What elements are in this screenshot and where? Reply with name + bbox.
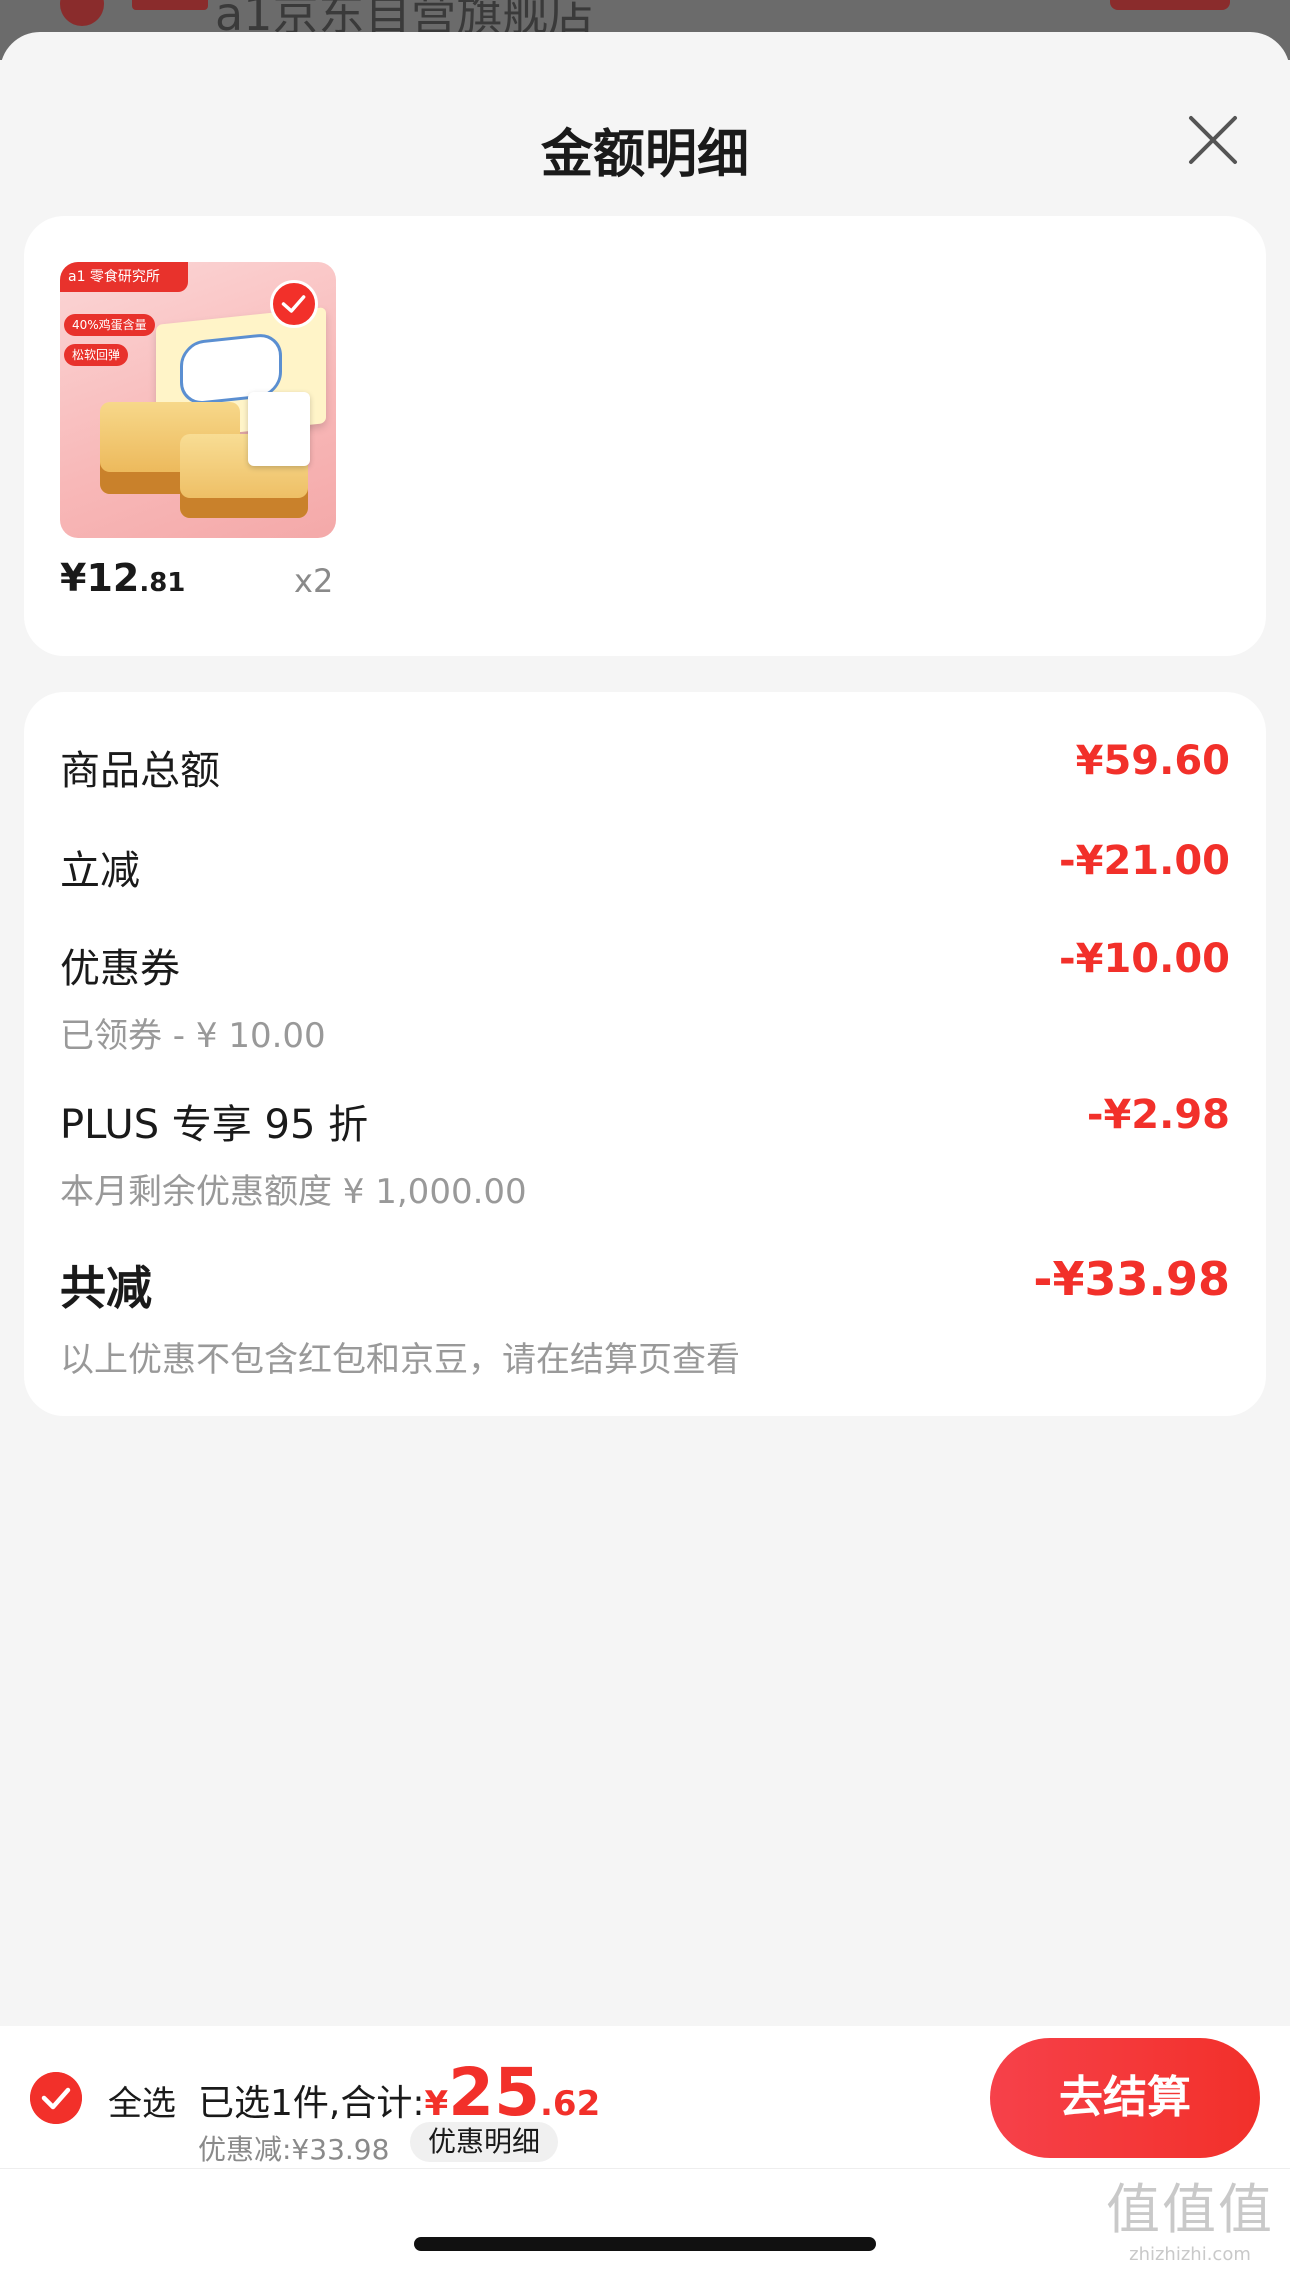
instant-discount-amount: -¥21.00 [1059,838,1230,884]
total-reduction-amount: -¥33.98 [1033,1252,1230,1306]
price-integer: 12 [86,556,140,600]
background-check-icon [60,0,104,26]
total-integer: 25 [448,2054,541,2131]
plus-discount-label: PLUS 专享 95 折 [60,1102,369,1148]
brand-tag: a1 零食研究所 [60,262,188,292]
feature-badge: 松软回弹 [64,344,129,366]
selected-check-icon[interactable] [270,280,318,328]
product-card: a1 零食研究所 40%鸡蛋含量 松软回弹 ¥12.81 x2 [24,216,1266,656]
coupon-amount: -¥10.00 [1059,936,1230,982]
goods-total-row: 商品总额 ¥59.60 [60,738,1230,796]
plus-discount-sub: 本月剩余优惠额度 ¥ 1,000.00 [60,1172,527,1212]
sheet-title: 金额明细 [540,125,749,185]
coupon-label: 优惠券 [60,946,180,992]
watermark: 值值值 zhizhizhi.com [1106,2165,1274,2265]
select-all-label[interactable]: 全选 [108,2076,176,2125]
amount-breakdown-card: 商品总额 ¥59.60 立减 -¥21.00 优惠券 已领券 - ¥ 10.00… [24,692,1266,1416]
currency-symbol: ¥ [60,556,87,600]
price-decimal: .81 [139,568,186,598]
total-currency: ¥ [424,2084,449,2124]
selection-summary: 已选1件,合计:¥25.62 [198,2054,600,2131]
coupon-sub: 已领券 - ¥ 10.00 [60,1016,326,1056]
total-reduction-row: 共减 以上优惠不包含红包和京豆，请在结算页查看 -¥33.98 [60,1252,1230,1381]
background-logo [132,0,208,10]
background-price-badge [1110,0,1230,10]
coupon-row: 优惠券 已领券 - ¥ 10.00 -¥10.00 [60,936,1230,1057]
watermark-mark: 值值值 [1106,2178,1274,2241]
amount-detail-sheet: 金额明细 a1 零食研究所 40%鸡蛋含量 松软回弹 ¥12.81 x2 商品总… [0,32,1290,2272]
watermark-url: zhizhizhi.com [1129,2244,1251,2265]
pack-graphic [248,392,310,466]
instant-discount-label: 立减 [60,848,140,894]
plus-discount-row: PLUS 专享 95 折 本月剩余优惠额度 ¥ 1,000.00 -¥2.98 [60,1092,1230,1213]
feature-badge: 40%鸡蛋含量 [64,314,155,336]
product-price: ¥12.81 [60,556,185,600]
total-decimal: .62 [540,2084,601,2124]
goods-total-label: 商品总额 [60,748,220,794]
plus-discount-amount: -¥2.98 [1086,1092,1230,1138]
select-all-check-icon[interactable] [30,2072,82,2124]
discount-summary: 优惠减:¥33.98 [198,2133,390,2166]
goods-total-amount: ¥59.60 [1075,738,1230,784]
discount-detail-button[interactable]: 优惠明细 [410,2122,559,2162]
instant-discount-row: 立减 -¥21.00 [60,838,1230,896]
home-indicator[interactable] [414,2237,876,2251]
total-reduction-note: 以上优惠不包含红包和京豆，请在结算页查看 [60,1340,740,1380]
product-image[interactable]: a1 零食研究所 40%鸡蛋含量 松软回弹 [60,262,336,538]
close-icon[interactable] [1185,112,1241,168]
product-quantity: x2 [294,562,334,600]
home-bar-area: 值值值 zhizhizhi.com [0,2168,1290,2273]
checkout-bar: 全选 已选1件,合计:¥25.62 优惠减:¥33.98 优惠明细 去结算 [0,2026,1290,2168]
summary-prefix: 已选1件,合计: [198,2083,425,2124]
checkout-button[interactable]: 去结算 [990,2038,1260,2158]
